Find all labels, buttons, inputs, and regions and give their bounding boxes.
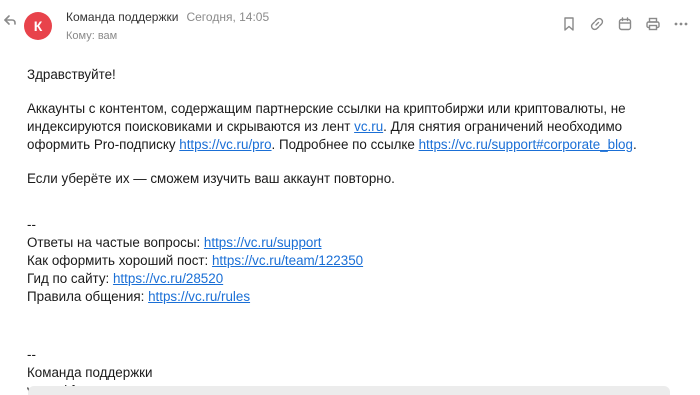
link-pro[interactable]: https://vc.ru/pro bbox=[179, 137, 271, 152]
message-toolbar bbox=[560, 14, 690, 34]
email-view: К Команда поддержки Сегодня, 14:05 Кому: … bbox=[0, 0, 700, 395]
sender-avatar[interactable]: К bbox=[24, 12, 52, 40]
link-vc-home[interactable]: vc.ru bbox=[354, 119, 383, 134]
rules-label: Правила общения: bbox=[27, 289, 149, 304]
link-team-post[interactable]: https://vc.ru/team/122350 bbox=[212, 253, 363, 268]
post-line: Как оформить хороший пост: https://vc.ru… bbox=[27, 252, 677, 270]
link-corporate-blog[interactable]: https://vc.ru/support#corporate_blog bbox=[419, 137, 633, 152]
link-icon[interactable] bbox=[588, 15, 606, 33]
p1-text-d: . bbox=[632, 137, 637, 152]
print-icon[interactable] bbox=[644, 15, 662, 33]
reply-arrow-icon[interactable] bbox=[2, 13, 18, 29]
sender-line: Команда поддержки Сегодня, 14:05 bbox=[66, 9, 269, 25]
p1-text-c: . Подробнее по ссылке bbox=[271, 137, 419, 152]
link-guide[interactable]: https://vc.ru/28520 bbox=[113, 271, 223, 286]
paragraph-recheck: Если уберёте их — сможем изучить ваш акк… bbox=[27, 171, 395, 186]
separator-2: -- bbox=[27, 347, 36, 362]
faq-label: Ответы на частые вопросы: bbox=[27, 235, 204, 250]
rules-line: Правила общения: https://vc.ru/rules bbox=[27, 288, 677, 306]
faq-line: Ответы на частые вопросы: https://vc.ru/… bbox=[27, 234, 677, 252]
more-icon[interactable] bbox=[672, 15, 690, 33]
link-rules[interactable]: https://vc.ru/rules bbox=[148, 289, 250, 304]
guide-label: Гид по сайту: bbox=[27, 271, 113, 286]
link-support[interactable]: https://vc.ru/support bbox=[204, 235, 322, 250]
recipient-line: Кому: вам bbox=[66, 30, 118, 42]
paragraph-restrictions: Аккаунты с контентом, содержащим партнер… bbox=[27, 100, 677, 154]
greeting: Здравствуйте! bbox=[27, 67, 116, 82]
sent-date: Сегодня, 14:05 bbox=[186, 10, 270, 24]
separator-1: -- bbox=[27, 217, 36, 232]
sender-name[interactable]: Команда поддержки bbox=[66, 10, 178, 24]
message-body: Здравствуйте! Аккаунты с контентом, соде… bbox=[27, 66, 677, 395]
calendar-icon[interactable] bbox=[616, 15, 634, 33]
guide-line: Гид по сайту: https://vc.ru/28520 bbox=[27, 270, 677, 288]
reply-box[interactable] bbox=[28, 386, 670, 395]
bookmark-icon[interactable] bbox=[560, 15, 578, 33]
signature-team: Команда поддержки bbox=[27, 365, 153, 380]
post-label: Как оформить хороший пост: bbox=[27, 253, 212, 268]
